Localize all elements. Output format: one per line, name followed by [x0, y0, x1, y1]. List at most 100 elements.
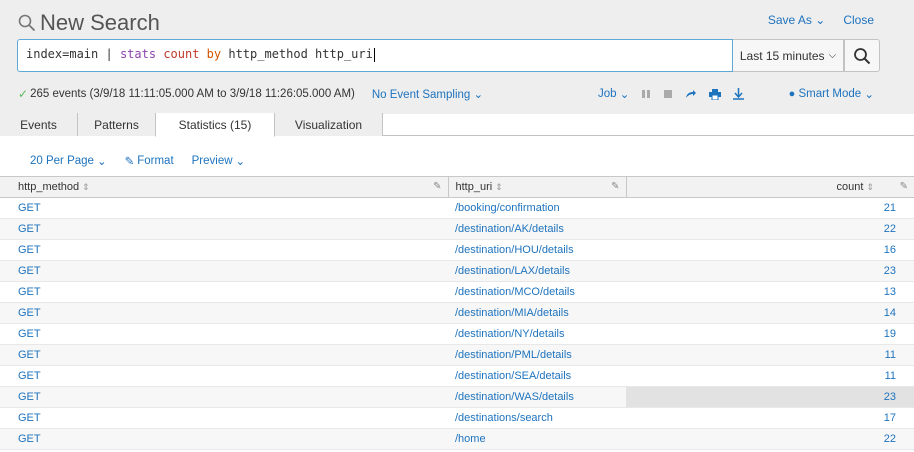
cell-http-method[interactable]: GET [0, 239, 448, 261]
column-label: http_uri [455, 181, 493, 193]
preview-dropdown[interactable]: Preview ⌄ [192, 154, 246, 168]
cell-http-uri[interactable]: /home [448, 428, 626, 450]
search-button[interactable] [844, 39, 880, 72]
share-icon[interactable] [685, 89, 697, 99]
cell-count[interactable]: 16 [626, 239, 914, 261]
table-controls: 20 Per Page ⌄ ✎ Format Preview ⌄ [30, 154, 245, 168]
column-header-http-method[interactable]: http_method ⇕ ✎ [0, 176, 448, 198]
search-header: New Search Save As ⌄ Close index=main | … [0, 0, 914, 114]
pencil-icon[interactable]: ✎ [433, 181, 441, 192]
cell-http-method[interactable]: GET [0, 197, 448, 219]
pencil-icon[interactable]: ✎ [900, 181, 908, 192]
cell-count[interactable]: 14 [626, 302, 914, 324]
cell-count[interactable]: 22 [626, 218, 914, 240]
table-row: GET /destination/LAX/details 23 [0, 260, 914, 282]
query-stats: stats [119, 47, 157, 61]
cell-http-uri[interactable]: /destination/SEA/details [448, 365, 626, 387]
statistics-table: http_method ⇕ ✎ http_uri ⇕ ✎ count ⇕ ✎ GET /bo… [0, 176, 914, 450]
search-icon [18, 14, 36, 32]
cell-count[interactable]: 13 [626, 281, 914, 303]
cell-http-uri[interactable]: /destination/MCO/details [448, 281, 626, 303]
check-icon: ✓ [18, 87, 29, 101]
cell-http-method[interactable]: GET [0, 386, 448, 408]
cell-http-method[interactable]: GET [0, 344, 448, 366]
chevron-down-icon: ⌄ [619, 89, 630, 101]
pencil-icon: ✎ [124, 156, 135, 168]
cell-count[interactable]: 23 [626, 386, 914, 408]
format-button[interactable]: ✎ Format [125, 154, 174, 168]
cell-count[interactable]: 11 [626, 365, 914, 387]
table-row: GET /destination/AK/details 22 [0, 218, 914, 240]
table-row: GET /destination/SEA/details 11 [0, 365, 914, 387]
job-menu[interactable]: Job ⌄ [598, 87, 629, 101]
column-header-count[interactable]: count ⇕ ✎ [625, 176, 914, 198]
table-row: GET /destinations/search 17 [0, 407, 914, 429]
cell-http-method[interactable]: GET [0, 323, 448, 345]
export-icon[interactable] [733, 88, 745, 100]
search-mode-dropdown[interactable]: ● Smart Mode ⌄ [789, 86, 874, 102]
table-row: GET /destination/HOU/details 16 [0, 239, 914, 261]
cell-http-method[interactable]: GET [0, 365, 448, 387]
text-cursor [373, 47, 375, 62]
chevron-down-icon: ⌄ [96, 156, 107, 168]
cell-count[interactable]: 17 [626, 407, 914, 429]
cell-http-uri[interactable]: /destination/HOU/details [448, 239, 626, 261]
event-count: 265 events (3/9/18 11:11:05.000 AM to 3/… [30, 88, 355, 100]
cell-count[interactable]: 23 [626, 260, 914, 282]
table-row: GET /destination/NY/details 19 [0, 323, 914, 345]
save-as-button[interactable]: Save As ⌄ [768, 13, 825, 27]
per-page-dropdown[interactable]: 20 Per Page ⌄ [30, 154, 107, 168]
tab-events[interactable]: Events [0, 113, 78, 136]
column-header-http-uri[interactable]: http_uri ⇕ ✎ [447, 176, 626, 198]
tab-visualization[interactable]: Visualization [275, 113, 383, 136]
preview-label: Preview [191, 155, 233, 167]
time-range-label: Last 15 minutes [739, 48, 825, 63]
tab-patterns[interactable]: Patterns [78, 113, 156, 136]
results-tabs: Events Patterns Statistics (15) Visualiz… [0, 113, 914, 137]
pencil-icon[interactable]: ✎ [611, 181, 619, 192]
page-title-row: New Search [18, 9, 160, 37]
table-row: GET /booking/confirmation 21 [0, 197, 914, 219]
cell-http-uri[interactable]: /destination/AK/details [448, 218, 626, 240]
search-status: ✓ 265 events (3/9/18 11:11:05.000 AM to … [18, 86, 898, 102]
cell-count[interactable]: 19 [626, 323, 914, 345]
cell-http-uri[interactable]: /destination/LAX/details [448, 260, 626, 282]
time-range-picker[interactable]: Last 15 minutes ⌵ [733, 39, 844, 72]
cell-count[interactable]: 11 [626, 344, 914, 366]
cell-http-method[interactable]: GET [0, 428, 448, 450]
table-row: GET /destination/MCO/details 13 [0, 281, 914, 303]
cell-http-uri[interactable]: /destination/NY/details [448, 323, 626, 345]
cell-count[interactable]: 22 [626, 428, 914, 450]
cell-http-uri[interactable]: /destination/MIA/details [448, 302, 626, 324]
cell-http-method[interactable]: GET [0, 407, 448, 429]
cell-http-uri[interactable]: /booking/confirmation [448, 197, 626, 219]
cell-http-uri[interactable]: /destinations/search [448, 407, 626, 429]
table-header-row: http_method ⇕ ✎ http_uri ⇕ ✎ count ⇕ ✎ [0, 176, 914, 198]
cell-http-method[interactable]: GET [0, 218, 448, 240]
cell-http-method[interactable]: GET [0, 302, 448, 324]
query-index: index=main [26, 47, 99, 61]
chevron-down-icon: ⌄ [864, 89, 874, 101]
per-page-label: 20 Per Page [30, 155, 94, 167]
chevron-down-icon: ⌄ [235, 156, 246, 168]
cell-http-uri[interactable]: /destination/PML/details [448, 344, 626, 366]
chevron-down-icon: ⌄ [815, 13, 826, 27]
event-sampling-dropdown[interactable]: No Event Sampling ⌄ [372, 87, 483, 101]
sort-icon: ⇕ [866, 182, 874, 192]
column-label: count [836, 181, 864, 193]
stop-icon[interactable] [663, 89, 673, 99]
search-input[interactable]: index=main | stats count by http_method … [17, 39, 733, 72]
tab-statistics[interactable]: Statistics (15) [155, 113, 275, 137]
sort-icon: ⇕ [495, 182, 503, 192]
cell-http-method[interactable]: GET [0, 260, 448, 282]
cell-http-uri[interactable]: /destination/WAS/details [448, 386, 626, 408]
cell-http-method[interactable]: GET [0, 281, 448, 303]
close-button[interactable]: Close [843, 13, 874, 27]
table-row: GET /destination/PML/details 11 [0, 344, 914, 366]
cell-count[interactable]: 21 [626, 197, 914, 219]
search-mode-label: Smart Mode [798, 88, 862, 100]
table-row: GET /home 22 [0, 428, 914, 450]
pause-icon[interactable] [641, 89, 651, 99]
print-icon[interactable] [709, 88, 722, 100]
job-controls: Job ⌄ [598, 86, 756, 102]
